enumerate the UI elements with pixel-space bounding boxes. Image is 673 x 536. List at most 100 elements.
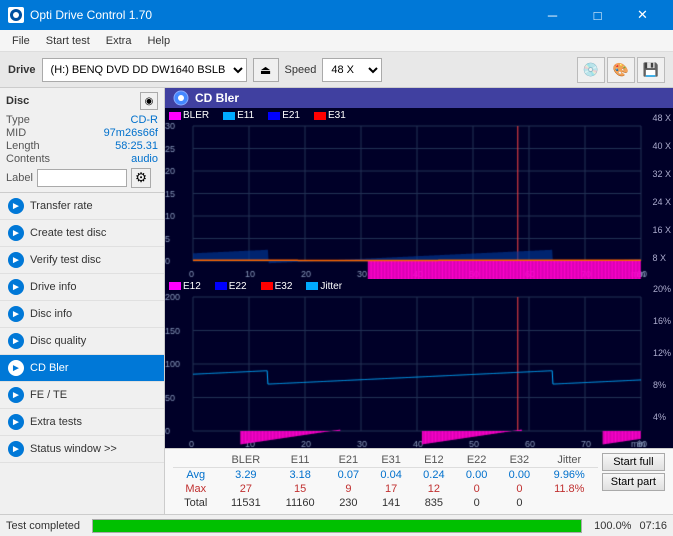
status-window-icon: ► xyxy=(8,441,24,457)
avg-label: Avg xyxy=(173,468,218,483)
max-e12: 12 xyxy=(413,482,456,496)
maximize-button[interactable]: □ xyxy=(575,0,620,30)
stats-inner: BLER E11 E21 E31 E12 E22 E32 Jitter Avg xyxy=(173,453,665,510)
chart-header: CD Bler xyxy=(165,88,673,108)
disc-info-button[interactable]: ◉ xyxy=(140,92,158,110)
max-e31: 17 xyxy=(370,482,413,496)
speed-label-48x: 48 X xyxy=(652,113,671,123)
sidebar-item-fe-te[interactable]: ► FE / TE xyxy=(0,382,164,409)
top-right-axis: 48 X 40 X 32 X 24 X 16 X 8 X xyxy=(652,113,671,263)
total-label: Total xyxy=(173,496,218,510)
cd-bler-label: CD Bler xyxy=(30,362,69,374)
sidebar-item-status-window[interactable]: ► Status window >> xyxy=(0,436,164,463)
transfer-rate-icon: ► xyxy=(8,198,24,214)
disc-info-label: Disc info xyxy=(30,308,72,320)
bottom-legend: E12 E22 E32 Jitter xyxy=(169,281,348,292)
statusbar: Test completed 100.0% 07:16 xyxy=(0,514,673,536)
max-e11: 15 xyxy=(273,482,327,496)
fe-te-icon: ► xyxy=(8,387,24,403)
create-test-disc-label: Create test disc xyxy=(30,227,106,239)
legend-e22: E22 xyxy=(215,281,247,292)
cd-bler-icon: ► xyxy=(8,360,24,376)
disc-mid-value: 97m26s66f xyxy=(104,127,158,139)
legend-e11-color xyxy=(223,112,235,120)
legend-e22-color xyxy=(215,282,227,290)
disc-type-row: Type CD-R xyxy=(6,114,158,126)
disc-type-label: Type xyxy=(6,114,30,126)
drive-select[interactable]: (H:) BENQ DVD DD DW1640 BSLB xyxy=(42,58,247,82)
speed-select[interactable]: 48 XMax40 X32 X xyxy=(322,58,382,82)
disc-panel: Disc ◉ Type CD-R MID 97m26s66f Length 58… xyxy=(0,88,164,193)
disc-contents-row: Contents audio xyxy=(6,153,158,165)
chart-icon xyxy=(173,90,189,106)
avg-e22: 0.00 xyxy=(455,468,498,483)
create-test-disc-icon: ► xyxy=(8,225,24,241)
sidebar-item-extra-tests[interactable]: ► Extra tests xyxy=(0,409,164,436)
max-e22: 0 xyxy=(455,482,498,496)
avg-e31: 0.04 xyxy=(370,468,413,483)
main-area: Disc ◉ Type CD-R MID 97m26s66f Length 58… xyxy=(0,88,673,514)
sidebar-item-create-test-disc[interactable]: ► Create test disc xyxy=(0,220,164,247)
speed-label-16x: 16 X xyxy=(652,225,671,235)
sidebar-item-transfer-rate[interactable]: ► Transfer rate xyxy=(0,193,164,220)
disc-info-icon: ► xyxy=(8,306,24,322)
disc-contents-label: Contents xyxy=(6,153,50,165)
stats-area: BLER E11 E21 E31 E12 E22 E32 Jitter Avg xyxy=(165,448,673,514)
menu-start-test[interactable]: Start test xyxy=(38,33,98,49)
legend-e12: E12 xyxy=(169,281,201,292)
sidebar-item-disc-quality[interactable]: ► Disc quality xyxy=(0,328,164,355)
disc-label-button[interactable]: ⚙ xyxy=(131,168,151,188)
max-bler: 27 xyxy=(218,482,273,496)
total-e32: 0 xyxy=(498,496,541,510)
disc-label-input[interactable] xyxy=(37,169,127,187)
legend-e12-color xyxy=(169,282,181,290)
drive-action-buttons: 💿 🎨 💾 xyxy=(577,57,665,83)
sidebar-item-cd-bler[interactable]: ► CD Bler xyxy=(0,355,164,382)
disc-button[interactable]: 💿 xyxy=(577,57,605,83)
sidebar-item-disc-info[interactable]: ► Disc info xyxy=(0,301,164,328)
avg-jitter: 9.96% xyxy=(541,468,598,483)
progress-pct: 100.0% xyxy=(594,520,631,532)
progress-bar xyxy=(93,520,581,532)
sidebar-item-verify-test-disc[interactable]: ► Verify test disc xyxy=(0,247,164,274)
col-header-empty xyxy=(173,453,218,468)
menu-file[interactable]: File xyxy=(4,33,38,49)
color-button[interactable]: 🎨 xyxy=(607,57,635,83)
chart-title: CD Bler xyxy=(195,91,239,105)
stats-row-avg: Avg 3.29 3.18 0.07 0.04 0.24 0.00 0.00 9… xyxy=(173,468,598,483)
col-header-e12: E12 xyxy=(413,453,456,468)
max-jitter: 11.8% xyxy=(541,482,598,496)
stats-row-total: Total 11531 11160 230 141 835 0 0 xyxy=(173,496,598,510)
disc-label-row: Label ⚙ xyxy=(6,168,158,188)
save-button[interactable]: 💾 xyxy=(637,57,665,83)
start-buttons: Start full Start part xyxy=(602,453,665,491)
minimize-button[interactable]: ─ xyxy=(530,0,575,30)
max-e21: 9 xyxy=(327,482,370,496)
menu-help[interactable]: Help xyxy=(139,33,178,49)
start-part-button[interactable]: Start part xyxy=(602,473,665,491)
progress-bar-container xyxy=(92,519,582,533)
disc-header: Disc ◉ xyxy=(6,92,158,110)
start-full-button[interactable]: Start full xyxy=(602,453,665,471)
close-button[interactable]: ✕ xyxy=(620,0,665,30)
speed-label-32x: 32 X xyxy=(652,169,671,179)
bottom-chart: E12 E22 E32 Jitter 20% 16% 12% 8% 4% xyxy=(165,279,673,449)
bottom-right-axis: 20% 16% 12% 8% 4% xyxy=(653,284,671,422)
eject-button[interactable]: ⏏ xyxy=(253,58,279,82)
sidebar-item-drive-info[interactable]: ► Drive info xyxy=(0,274,164,301)
total-e22: 0 xyxy=(455,496,498,510)
pct-4: 4% xyxy=(653,412,671,422)
content-area: CD Bler BLER E11 E21 E31 48 X 40 X 32 X xyxy=(165,88,673,514)
legend-e21-color xyxy=(268,112,280,120)
max-label: Max xyxy=(173,482,218,496)
drivebar: Drive (H:) BENQ DVD DD DW1640 BSLB ⏏ Spe… xyxy=(0,52,673,88)
app-icon xyxy=(8,7,24,23)
col-header-jitter: Jitter xyxy=(541,453,598,468)
stats-table: BLER E11 E21 E31 E12 E22 E32 Jitter Avg xyxy=(173,453,598,510)
drive-info-icon: ► xyxy=(8,279,24,295)
menu-extra[interactable]: Extra xyxy=(98,33,140,49)
legend-e32: E32 xyxy=(261,281,293,292)
extra-tests-label: Extra tests xyxy=(30,416,82,428)
disc-contents-value: audio xyxy=(131,153,158,165)
pct-16: 16% xyxy=(653,316,671,326)
